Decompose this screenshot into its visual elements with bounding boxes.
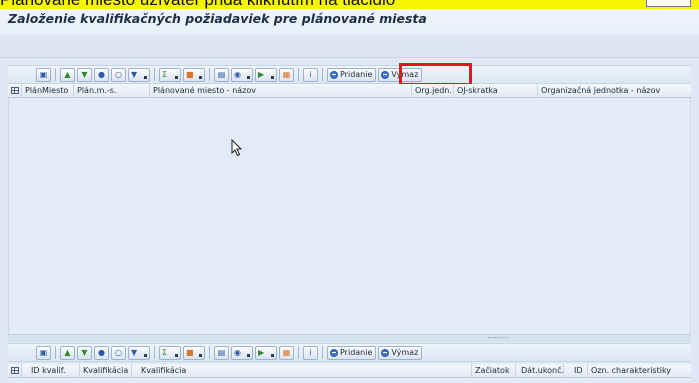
column-header[interactable]: Kvalifikácia	[80, 364, 132, 377]
toolbar-separator	[298, 346, 299, 359]
column-header[interactable]: ID	[564, 364, 588, 377]
remove-button[interactable]: Výmaz	[378, 345, 423, 360]
caption-band: Plánované miesto užívateľ pridá kliknutí…	[0, 0, 699, 9]
mouse-cursor-icon	[231, 139, 243, 157]
remove-circle-icon	[381, 348, 390, 357]
column-header[interactable]: Plán.m.-s.	[74, 84, 150, 97]
add-button-label: Pridanie	[340, 70, 373, 79]
sort-descending-icon[interactable]: ▼	[77, 345, 92, 360]
find-next-icon[interactable]: ○	[111, 67, 126, 82]
toolbar-separator	[298, 68, 299, 81]
table-header-top: PlánMiesto Plán.m.-s. Plánované miesto -…	[8, 84, 691, 98]
toolbar-separator	[154, 68, 155, 81]
caption-text: Plánované miesto užívateľ pridá kliknutí…	[0, 0, 395, 9]
caption-button-placeholder	[646, 0, 691, 7]
add-circle-icon	[330, 348, 338, 357]
sort-descending-icon[interactable]: ▼	[77, 67, 92, 82]
find-icon[interactable]: ●	[94, 67, 109, 82]
find-icon[interactable]: ●	[94, 345, 109, 360]
column-header[interactable]: Ozn. charakteristiky	[588, 364, 691, 377]
splitter[interactable]	[8, 334, 691, 342]
filter-icon[interactable]: ▼	[128, 345, 150, 360]
select-all-icon[interactable]	[8, 364, 22, 377]
add-button[interactable]: Pridanie	[327, 67, 377, 82]
highlight-frame	[399, 63, 472, 86]
layout-icon[interactable]: ▦	[279, 345, 294, 360]
table-body-top[interactable]	[8, 98, 691, 334]
alv-toolbar-top: ▣ ▲ ▼ ● ○ ▼ Σ ■ ▤ ◉ ▶ ▦ i Pridanie Výmaz	[8, 65, 691, 84]
info-icon[interactable]: i	[303, 67, 318, 82]
alv-toolbar-bottom: ▣ ▲ ▼ ● ○ ▼ Σ ■ ▤ ◉ ▶ ▦ i Pridanie Výmaz	[8, 343, 691, 362]
column-header[interactable]: Kvalifikácia	[132, 364, 472, 377]
column-header[interactable]: Dát.ukonč.	[516, 364, 564, 377]
column-header[interactable]: Začiatok	[472, 364, 516, 377]
table-body-bottom[interactable]	[8, 378, 691, 383]
add-button[interactable]: Pridanie	[327, 345, 377, 360]
remove-circle-icon	[381, 70, 390, 79]
page-title: Založenie kvalifikačných požiadaviek pre…	[8, 11, 427, 26]
details-icon[interactable]: ▣	[36, 67, 51, 82]
table-header-bottom: ID kvalif. Kvalifikácia Kvalifikácia Zač…	[8, 364, 691, 378]
toolbar-separator	[55, 68, 56, 81]
sort-ascending-icon[interactable]: ▲	[60, 345, 75, 360]
column-header[interactable]: ID kvalif.	[22, 364, 80, 377]
details-icon[interactable]: ▣	[36, 345, 51, 360]
toolbar-separator	[209, 346, 210, 359]
find-next-icon[interactable]: ○	[111, 345, 126, 360]
toolbar-separator	[154, 346, 155, 359]
column-header[interactable]: OJ-skratka	[454, 84, 538, 97]
remove-button-label: Výmaz	[391, 348, 419, 357]
toolbar-separator	[322, 346, 323, 359]
sort-ascending-icon[interactable]: ▲	[60, 67, 75, 82]
views-icon[interactable]: ◉	[231, 345, 253, 360]
subtotal-icon[interactable]: ■	[183, 67, 205, 82]
print-icon[interactable]: ▤	[214, 67, 229, 82]
application-toolbar	[0, 35, 699, 58]
layout-icon[interactable]: ▦	[279, 67, 294, 82]
filter-icon[interactable]: ▼	[128, 67, 150, 82]
toolbar-separator	[209, 68, 210, 81]
views-icon[interactable]: ◉	[231, 67, 253, 82]
column-header[interactable]: Org.jedn.	[412, 84, 454, 97]
column-header[interactable]: PlánMiesto	[22, 84, 74, 97]
select-all-icon[interactable]	[8, 84, 22, 97]
info-icon[interactable]: i	[303, 345, 318, 360]
subtotal-icon[interactable]: ■	[183, 345, 205, 360]
add-button-label: Pridanie	[340, 348, 373, 357]
total-icon[interactable]: Σ	[159, 67, 181, 82]
total-icon[interactable]: Σ	[159, 345, 181, 360]
print-icon[interactable]: ▤	[214, 345, 229, 360]
toolbar-separator	[322, 68, 323, 81]
splitter-grip[interactable]	[488, 337, 508, 340]
title-bar: Založenie kvalifikačných požiadaviek pre…	[0, 9, 699, 35]
column-header[interactable]: Organizačná jednotka - názov	[538, 84, 691, 97]
column-header[interactable]: Plánované miesto - názov	[150, 84, 412, 97]
export-icon[interactable]: ▶	[255, 345, 277, 360]
add-circle-icon	[330, 70, 338, 79]
export-icon[interactable]: ▶	[255, 67, 277, 82]
toolbar-separator	[55, 346, 56, 359]
